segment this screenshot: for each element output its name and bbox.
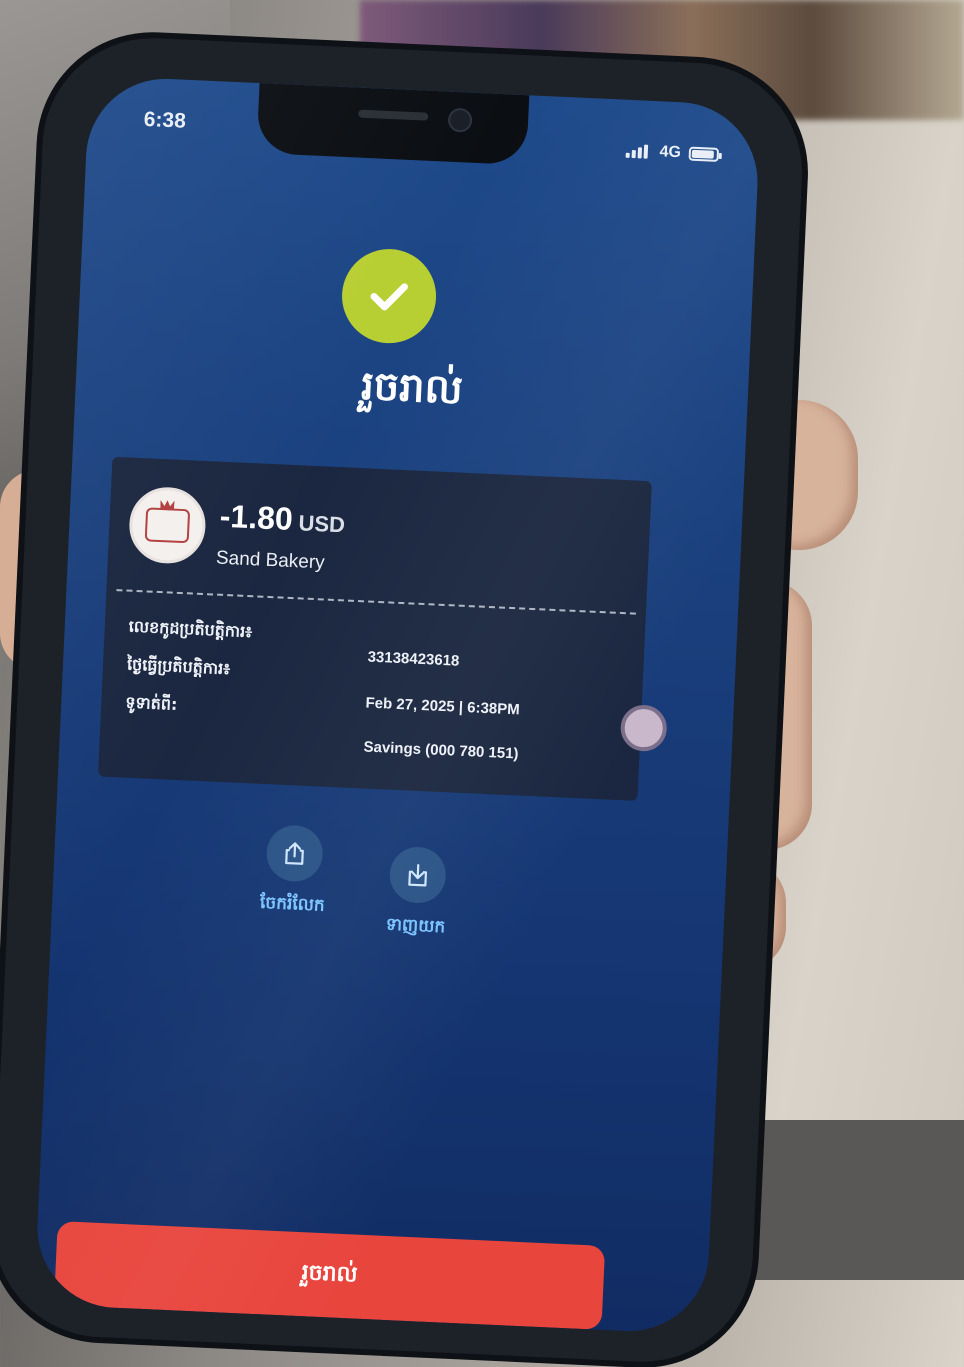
phone-device: 6:38 4G រួចរាល់ -1.80 USD Sand Bakery លេ… — [0, 33, 807, 1367]
share-icon — [285, 842, 304, 865]
merchant-logo — [127, 485, 208, 566]
transaction-date-value: Feb 27, 2025 | 6:38PM — [365, 694, 521, 719]
download-label: ទាញយក — [385, 914, 446, 938]
paid-from-label: ទូទាត់ពី: — [124, 692, 178, 714]
network-type: 4G — [659, 143, 682, 162]
earpiece-speaker — [358, 109, 429, 121]
share-button[interactable] — [265, 824, 324, 883]
battery-icon — [688, 146, 720, 162]
download-icon — [408, 863, 428, 887]
done-button[interactable]: រួចរាល់ — [53, 1221, 606, 1330]
merchant-name: Sand Bakery — [215, 547, 326, 574]
transaction-card: -1.80 USD Sand Bakery លេខកូដប្រតិបត្តិការ… — [97, 456, 652, 801]
status-time: 6:38 — [143, 107, 187, 133]
paid-from-value: Savings (000 780 151) — [363, 738, 519, 763]
download-action[interactable]: ទាញយក — [355, 844, 479, 942]
phone-screen: 6:38 4G រួចរាល់ -1.80 USD Sand Bakery លេ… — [33, 75, 762, 1335]
share-label: ចែករំលែក — [259, 892, 326, 916]
success-check-badge — [339, 247, 439, 346]
transaction-amount: -1.80 USD — [219, 498, 346, 541]
success-title: រួចរាល់ — [360, 362, 464, 414]
amount-value: -1.80 — [219, 497, 294, 537]
front-camera — [447, 107, 473, 133]
signal-icon — [625, 144, 652, 159]
transaction-date-label: ថ្ងៃធ្វើប្រតិបត្តិការ៖ — [126, 654, 231, 679]
download-button[interactable] — [388, 845, 448, 905]
phone-notch — [256, 83, 530, 166]
share-action[interactable]: ចែករំលែក — [232, 823, 356, 921]
transaction-id-label: លេខកូដប្រតិបត្តិការ៖ — [128, 616, 253, 642]
dashed-divider — [116, 589, 636, 615]
amount-currency: USD — [298, 510, 346, 538]
transaction-id-value: 33138423618 — [367, 648, 460, 670]
checkmark-icon — [370, 283, 408, 311]
status-indicators: 4G — [625, 142, 720, 164]
